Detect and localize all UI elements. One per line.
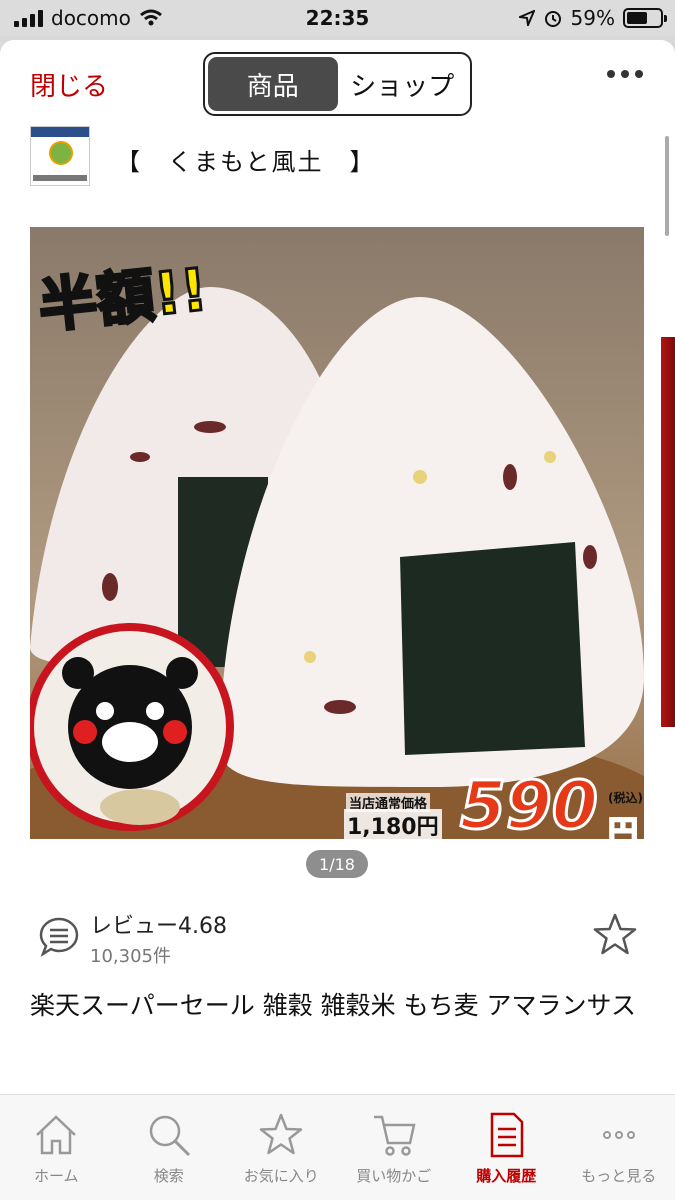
next-image-peek[interactable]	[661, 337, 675, 727]
tab-cart-label: 買い物かご	[356, 1167, 432, 1185]
tab-bar: ホーム 検索 お気に入り 買い物かご 購入履歴 もっと見る	[0, 1094, 675, 1200]
tab-more-label: もっと見る	[581, 1167, 657, 1185]
discount-badge: 半額!!	[34, 254, 212, 342]
regular-price: 1,180円	[344, 809, 442, 839]
home-icon	[36, 1115, 77, 1155]
location-icon	[518, 10, 535, 26]
status-bar: docomo 22:35 59%	[0, 0, 675, 36]
review-icon[interactable]	[38, 916, 80, 958]
review-count[interactable]: 10,305件	[90, 942, 171, 968]
tab-more[interactable]: もっと見る	[563, 1095, 675, 1200]
review-score[interactable]: レビュー4.68	[90, 908, 227, 940]
favorite-star-icon[interactable]	[592, 912, 638, 958]
image-counter: 1/18	[306, 850, 368, 878]
star-icon	[260, 1113, 303, 1155]
tab-purchase-history-label: 購入履歴	[476, 1167, 537, 1185]
product-title: 楽天スーパーセール 雑穀 雑穀米 もち麦 アマランサス	[30, 991, 637, 1020]
shop-logo[interactable]	[30, 126, 90, 186]
tab-search-label: 検索	[153, 1167, 184, 1185]
cart-icon	[373, 1115, 416, 1156]
close-button[interactable]: 閉じる	[30, 66, 108, 103]
tab-purchase-history[interactable]: 購入履歴	[450, 1095, 563, 1200]
tab-home-label: ホーム	[33, 1167, 79, 1185]
tab-home[interactable]: ホーム	[0, 1095, 113, 1200]
scrollbar	[665, 136, 669, 236]
tax-label: (税込)	[608, 791, 643, 805]
alarm-icon	[544, 11, 561, 27]
tab-search[interactable]: 検索	[113, 1095, 226, 1200]
sale-price: 590	[459, 766, 600, 840]
product-image[interactable]: 半額!! 当店通常価格 1,180円 590 (税込) 円	[30, 227, 644, 839]
sheet-header: 閉じる 商品 ショップ	[0, 40, 675, 126]
product-sheet: 閉じる 商品 ショップ 【 くまもと風土 】 半額!! 当店通常価格 1,180…	[0, 40, 675, 1200]
tab-favorites[interactable]: お気に入り	[225, 1095, 338, 1200]
battery-percent: 59%	[570, 6, 615, 30]
tab-cart[interactable]: 買い物かご	[338, 1095, 451, 1200]
tab-favorites-label: お気に入り	[243, 1167, 319, 1185]
status-right: 59%	[518, 6, 667, 30]
battery-icon	[623, 8, 667, 28]
more-icon	[602, 1131, 635, 1139]
segment-product[interactable]: 商品	[208, 57, 338, 111]
segment-shop[interactable]: ショップ	[338, 57, 468, 111]
sale-price-yen: 円	[607, 814, 639, 839]
more-options-icon[interactable]	[607, 70, 643, 78]
receipt-icon	[491, 1112, 524, 1158]
shop-row[interactable]: 【 くまもと風土 】	[0, 126, 675, 196]
segment-control: 商品 ショップ	[203, 52, 472, 116]
shop-name[interactable]: 【 くまもと風土 】	[116, 142, 376, 177]
search-icon	[149, 1115, 190, 1157]
